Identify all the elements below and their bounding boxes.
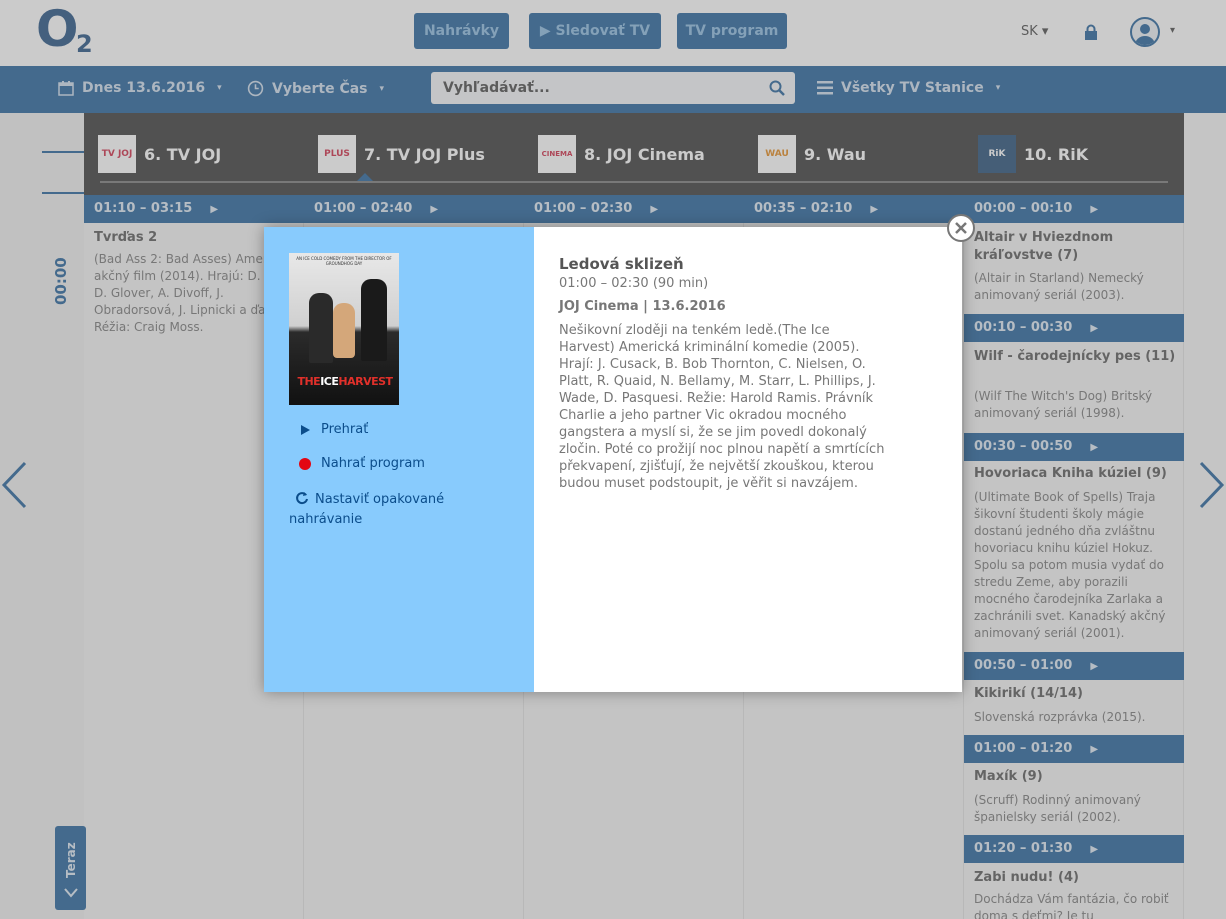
poster-title-c: HARVEST <box>338 375 393 388</box>
play-action[interactable]: Prehrať <box>289 422 368 437</box>
poster-title-a: THE <box>297 375 321 388</box>
movie-poster: AN ICE COLD COMEDY FROM THE DIRECTOR OF … <box>289 253 399 405</box>
record-action-label: Nahrať program <box>321 456 425 471</box>
program-title: Ledová sklizeň <box>559 255 684 273</box>
program-channel-date: JOJ Cinema | 13.6.2016 <box>559 299 726 314</box>
repeat-record-action[interactable]: Nastaviť opakované nahrávanie <box>289 490 509 530</box>
poster-figure <box>309 293 333 363</box>
play-icon <box>301 424 310 435</box>
poster-title-b: ICE <box>320 375 339 388</box>
poster-title: THEICEHARVEST <box>293 375 397 388</box>
close-icon <box>955 222 967 234</box>
poster-figure <box>361 279 387 361</box>
repeat-action-label: Nastaviť opakované nahrávanie <box>289 492 445 527</box>
poster-tagline: AN ICE COLD COMEDY FROM THE DIRECTOR OF … <box>296 256 392 266</box>
repeat-icon <box>296 492 308 505</box>
program-description: Nešikovní zloději na tenkém ledě.(The Ic… <box>559 323 885 491</box>
record-icon <box>299 457 311 470</box>
modal-sidebar: AN ICE COLD COMEDY FROM THE DIRECTOR OF … <box>264 227 534 692</box>
poster-figure <box>333 303 355 358</box>
close-button[interactable] <box>947 214 975 242</box>
program-detail-modal: AN ICE COLD COMEDY FROM THE DIRECTOR OF … <box>264 214 975 692</box>
record-action[interactable]: Nahrať program <box>289 456 425 471</box>
play-action-label: Prehrať <box>321 422 369 437</box>
program-time: 01:00 – 02:30 (90 min) <box>559 276 709 291</box>
